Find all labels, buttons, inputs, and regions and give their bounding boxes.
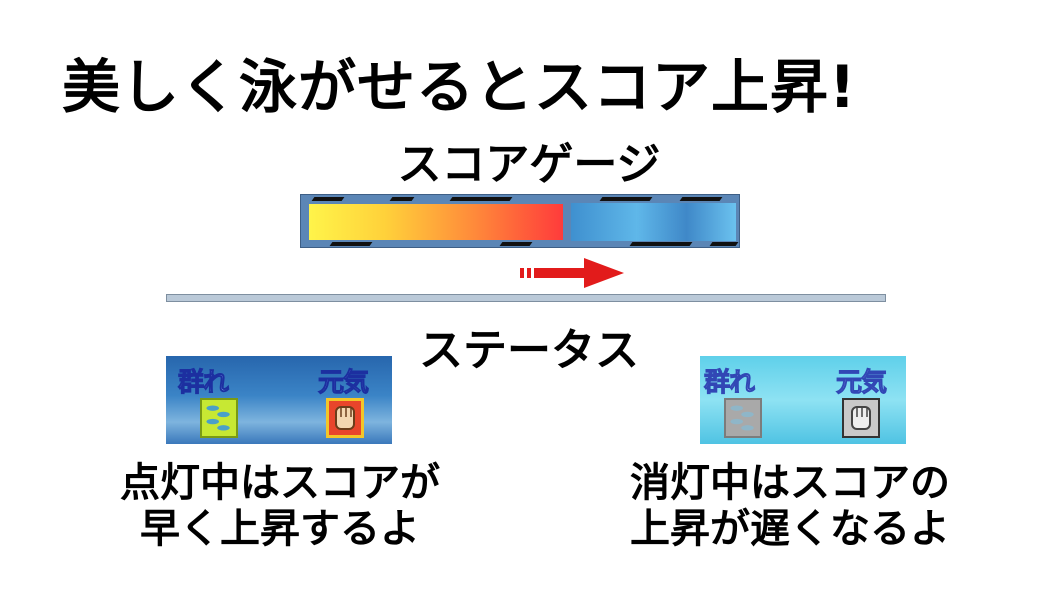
status-off-caption: 消灯中はスコアの 上昇が遅くなるよ bbox=[570, 460, 1010, 552]
fist-icon bbox=[842, 398, 880, 438]
status-panel-off: 群れ 元気 bbox=[700, 356, 906, 444]
gauge-stripe bbox=[599, 197, 653, 201]
fish-school-icon bbox=[200, 398, 238, 438]
caption-line: 上昇が遅くなるよ bbox=[630, 506, 950, 552]
headline: 美しく泳がせるとスコア上昇! bbox=[62, 53, 857, 121]
score-gauge-title: スコアゲージ bbox=[397, 139, 661, 190]
status-panel-on: 群れ 元気 bbox=[166, 356, 392, 444]
school-label: 群れ bbox=[177, 368, 229, 399]
gauge-stripe bbox=[311, 197, 345, 201]
gauge-stripe bbox=[329, 242, 373, 246]
caption-line: 早く上昇するよ bbox=[140, 506, 420, 552]
energy-label: 元気 bbox=[835, 368, 887, 399]
fish-school-icon bbox=[724, 398, 762, 438]
fist-icon bbox=[326, 398, 364, 438]
gauge-stripe bbox=[389, 197, 415, 201]
caption-line: 消灯中はスコアの bbox=[630, 460, 950, 506]
status-on-caption: 点灯中はスコアが 早く上昇するよ bbox=[70, 460, 490, 552]
section-divider bbox=[166, 294, 886, 302]
gauge-stripe bbox=[629, 242, 693, 246]
score-gauge bbox=[300, 194, 740, 248]
caption-line: 点灯中はスコアが bbox=[120, 460, 440, 506]
gauge-stripe bbox=[499, 242, 533, 246]
energy-label: 元気 bbox=[317, 368, 369, 399]
school-label: 群れ bbox=[703, 368, 755, 399]
gauge-water-background bbox=[571, 203, 736, 241]
gauge-fill-bar bbox=[309, 204, 563, 240]
gauge-stripe bbox=[449, 197, 513, 201]
gauge-stripe bbox=[679, 197, 723, 201]
gauge-stripe bbox=[709, 242, 739, 246]
gauge-increase-arrow-icon bbox=[520, 258, 624, 288]
